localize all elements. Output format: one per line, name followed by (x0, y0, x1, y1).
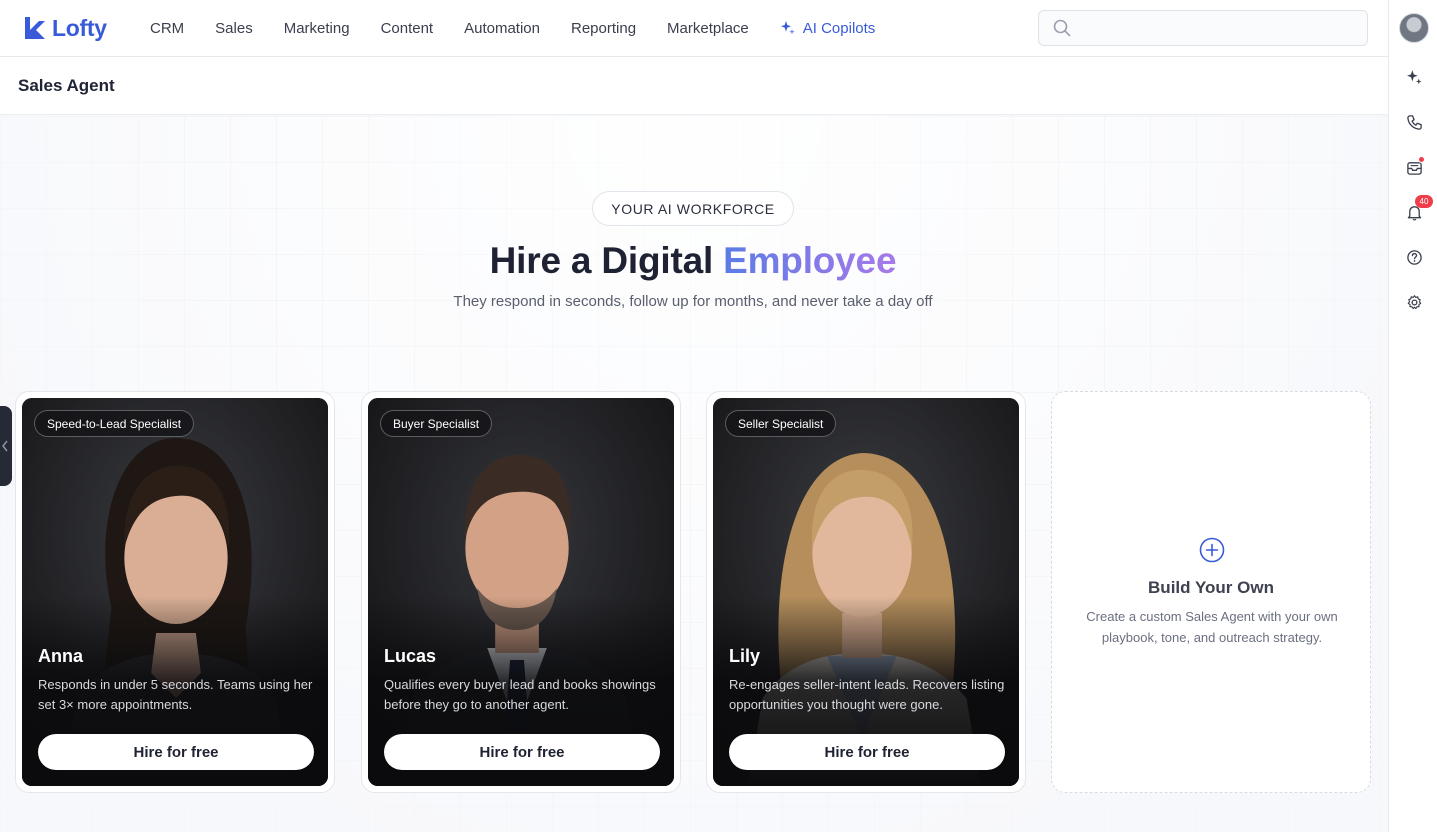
agent-description: Re-engages seller-intent leads. Recovers… (729, 677, 1005, 712)
nav-item-marketplace[interactable]: Marketplace (667, 20, 749, 37)
hero-headline: Hire a Digital Employee (0, 240, 1386, 282)
sparkle-icon (780, 21, 795, 35)
build-your-own-description: Create a custom Sales Agent with your ow… (1086, 609, 1338, 645)
phone-icon (1406, 114, 1422, 130)
page-header: Sales Agent (0, 57, 1388, 115)
agent-description: Qualifies every buyer lead and books sho… (384, 677, 656, 712)
search-icon (1053, 19, 1071, 37)
brand-logo[interactable]: Lofty (22, 15, 132, 42)
inbox-unread-dot (1418, 156, 1425, 163)
agent-description: Responds in under 5 seconds. Teams using… (38, 677, 313, 712)
user-avatar[interactable] (1399, 13, 1429, 43)
rail-phone-button[interactable] (1404, 112, 1424, 132)
chevron-left-icon (2, 440, 8, 452)
agent-role-tag: Seller Specialist (725, 410, 837, 437)
agent-card-lucas[interactable]: Buyer Specialist Lucas Qualifies every b… (361, 391, 681, 793)
brand-name: Lofty (52, 14, 107, 41)
nav-item-automation[interactable]: Automation (464, 20, 540, 37)
hire-anna-button[interactable]: Hire for free (38, 734, 314, 770)
rail-help-button[interactable] (1404, 247, 1424, 267)
agent-card-inner: Seller Specialist Lily Re-engages seller… (713, 398, 1019, 786)
agent-role-tag: Speed-to-Lead Specialist (34, 410, 195, 437)
help-icon (1406, 249, 1422, 265)
rail-ai-button[interactable] (1404, 67, 1424, 87)
nav-item-crm[interactable]: CRM (150, 20, 184, 37)
carousel-prev-tab[interactable] (0, 406, 12, 486)
hire-lucas-button[interactable]: Hire for free (384, 734, 660, 770)
agent-name: Lily (729, 646, 761, 666)
main-nav: CRM Sales Marketing Content Automation R… (150, 20, 906, 37)
hero-subline: They respond in seconds, follow up for m… (453, 293, 933, 310)
hero-section: YOUR AI WORKFORCE Hire a Digital Employe… (0, 116, 1388, 832)
hero-headline-accent: Employee (723, 240, 897, 281)
sparkle-icon (1406, 69, 1422, 84)
right-rail: 40 (1388, 0, 1437, 832)
search-input[interactable] (1081, 20, 1361, 36)
top-nav: Lofty CRM Sales Marketing Content Automa… (0, 0, 1388, 57)
nav-item-ai-label: AI Copilots (802, 19, 876, 37)
nav-item-reporting[interactable]: Reporting (571, 20, 636, 37)
page-title: Sales Agent (18, 76, 115, 95)
gear-icon (1407, 294, 1421, 309)
agent-name: Lucas (384, 646, 437, 666)
nav-item-content[interactable]: Content (381, 20, 434, 37)
nav-item-marketing[interactable]: Marketing (284, 20, 350, 37)
lofty-logo-icon (25, 17, 45, 39)
agent-card-inner: Buyer Specialist Lucas Qualifies every b… (368, 398, 674, 786)
nav-item-ai-copilots[interactable]: AI Copilots (780, 19, 876, 37)
notification-count-badge: 40 (1415, 195, 1433, 208)
agent-name: Anna (38, 646, 83, 666)
agent-card-lily[interactable]: Seller Specialist Lily Re-engages seller… (706, 391, 1026, 793)
hire-lily-button[interactable]: Hire for free (729, 734, 1005, 770)
plus-circle-icon (1199, 537, 1225, 563)
agent-card-anna[interactable]: Speed-to-Lead Specialist Anna Responds i… (15, 391, 335, 793)
global-search[interactable] (1038, 10, 1368, 46)
build-your-own-card[interactable]: Build Your Own Create a custom Sales Age… (1051, 391, 1371, 793)
build-your-own-title: Build Your Own (1148, 578, 1274, 597)
agent-role-tag: Buyer Specialist (380, 410, 493, 437)
hero-headline-main: Hire a Digital (489, 240, 714, 281)
rail-notifications-button[interactable]: 40 (1404, 195, 1433, 222)
rail-settings-button[interactable] (1404, 292, 1424, 312)
nav-item-sales[interactable]: Sales (215, 20, 253, 37)
rail-inbox-button[interactable] (1404, 156, 1425, 177)
agent-card-inner: Speed-to-Lead Specialist Anna Responds i… (22, 398, 328, 786)
hero-eyebrow-pill: YOUR AI WORKFORCE (592, 191, 794, 226)
